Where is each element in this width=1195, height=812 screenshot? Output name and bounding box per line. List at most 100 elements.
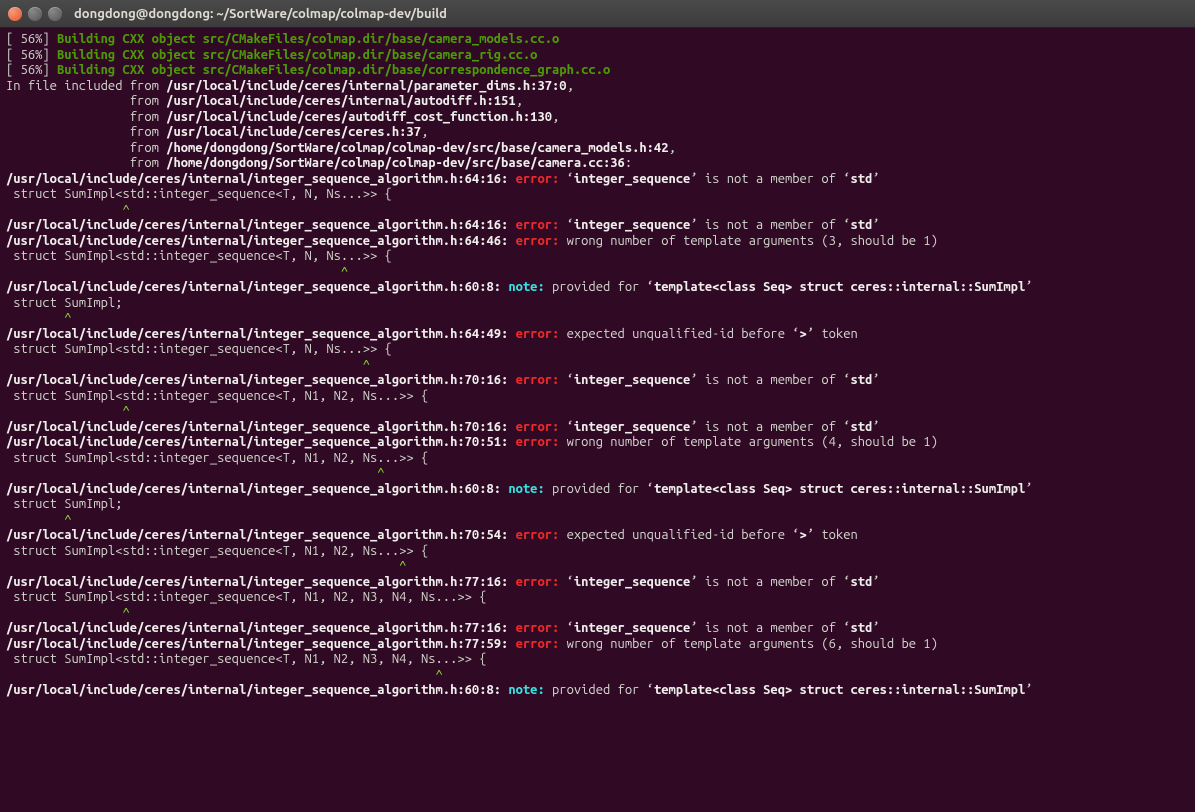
terminal-segment	[508, 234, 515, 248]
terminal-segment: ,	[421, 125, 428, 139]
terminal-segment	[508, 621, 515, 635]
terminal-segment: expected unqualified-id before ‘	[559, 327, 799, 341]
terminal-segment: Building CXX object src/CMakeFiles/colma…	[57, 48, 537, 62]
terminal-segment: error:	[516, 637, 560, 651]
terminal-segment	[508, 218, 515, 232]
terminal-segment: /usr/local/include/ceres/internal/intege…	[6, 435, 508, 449]
terminal-segment: provided for ‘	[545, 683, 654, 697]
terminal-segment: from	[6, 110, 166, 124]
maximize-icon[interactable]	[48, 7, 62, 21]
terminal-line: ^	[6, 466, 1189, 482]
terminal-segment: /usr/local/include/ceres/internal/intege…	[6, 482, 501, 496]
terminal-segment: /home/dongdong/SortWare/colmap/colmap-de…	[166, 156, 625, 170]
terminal-segment: struct SumImpl<std::integer_sequence<T, …	[6, 249, 392, 263]
terminal-segment: error:	[516, 621, 560, 635]
terminal-segment: struct SumImpl<std::integer_sequence<T, …	[6, 187, 392, 201]
close-icon[interactable]	[8, 7, 22, 21]
terminal-segment: ,	[567, 79, 574, 93]
terminal-segment: ’ is not a member of ‘	[690, 575, 850, 589]
terminal-line: ^	[6, 265, 1189, 281]
terminal-segment: /usr/local/include/ceres/internal/intege…	[6, 575, 508, 589]
window-title: dongdong@dongdong: ~/SortWare/colmap/col…	[74, 7, 447, 21]
terminal-segment: >	[800, 528, 807, 542]
window-titlebar: dongdong@dongdong: ~/SortWare/colmap/col…	[0, 0, 1195, 28]
terminal-segment: struct SumImpl<std::integer_sequence<T, …	[6, 544, 428, 558]
terminal-segment: Building CXX object src/CMakeFiles/colma…	[57, 63, 610, 77]
terminal-segment: ’	[872, 172, 879, 186]
terminal-line: /usr/local/include/ceres/internal/intege…	[6, 637, 1189, 653]
terminal-segment: /usr/local/include/ceres/internal/intege…	[6, 683, 501, 697]
terminal-line: from /home/dongdong/SortWare/colmap/colm…	[6, 156, 1189, 172]
terminal-segment: ^	[6, 203, 130, 217]
terminal-line: /usr/local/include/ceres/internal/intege…	[6, 528, 1189, 544]
terminal-output[interactable]: [ 56%] Building CXX object src/CMakeFile…	[0, 28, 1195, 812]
terminal-segment: /usr/local/include/ceres/internal/intege…	[6, 234, 508, 248]
terminal-segment: std	[851, 218, 873, 232]
terminal-line: struct SumImpl<std::integer_sequence<T, …	[6, 342, 1189, 358]
terminal-segment: error:	[516, 373, 560, 387]
terminal-segment: /usr/local/include/ceres/internal/autodi…	[166, 94, 515, 108]
terminal-segment: ‘	[559, 373, 574, 387]
terminal-segment: from	[6, 156, 166, 170]
terminal-line: struct SumImpl<std::integer_sequence<T, …	[6, 187, 1189, 203]
terminal-segment	[508, 528, 515, 542]
terminal-segment: ‘	[559, 621, 574, 635]
terminal-segment: wrong number of template arguments (3, s…	[559, 234, 938, 248]
terminal-segment: template<class Seq> struct ceres::intern…	[654, 280, 1025, 294]
terminal-line: ^	[6, 606, 1189, 622]
terminal-segment: error:	[516, 435, 560, 449]
terminal-segment: error:	[516, 218, 560, 232]
terminal-segment: /home/dongdong/SortWare/colmap/colmap-de…	[166, 141, 668, 155]
terminal-segment: from	[6, 125, 166, 139]
terminal-segment: std	[851, 575, 873, 589]
terminal-segment: integer_sequence	[574, 420, 690, 434]
terminal-line: struct SumImpl<std::integer_sequence<T, …	[6, 389, 1189, 405]
terminal-segment: /usr/local/include/ceres/autodiff_cost_f…	[166, 110, 552, 124]
terminal-segment: note:	[508, 683, 544, 697]
terminal-line: /usr/local/include/ceres/internal/intege…	[6, 683, 1189, 699]
terminal-segment: /usr/local/include/ceres/internal/intege…	[6, 637, 508, 651]
terminal-line: struct SumImpl<std::integer_sequence<T, …	[6, 544, 1189, 560]
terminal-segment: expected unqualified-id before ‘	[559, 528, 799, 542]
terminal-line: /usr/local/include/ceres/internal/intege…	[6, 621, 1189, 637]
terminal-segment: ^	[6, 311, 72, 325]
terminal-segment: ‘	[559, 575, 574, 589]
terminal-line: /usr/local/include/ceres/internal/intege…	[6, 575, 1189, 591]
terminal-segment: /usr/local/include/ceres/internal/intege…	[6, 373, 508, 387]
terminal-line: [ 56%] Building CXX object src/CMakeFile…	[6, 63, 1189, 79]
terminal-segment: /usr/local/include/ceres/ceres.h:37	[166, 125, 421, 139]
minimize-icon[interactable]	[28, 7, 42, 21]
terminal-segment: ,	[516, 94, 523, 108]
terminal-segment: note:	[508, 280, 544, 294]
terminal-line: /usr/local/include/ceres/internal/intege…	[6, 234, 1189, 250]
terminal-segment: error:	[516, 234, 560, 248]
terminal-segment: error:	[516, 327, 560, 341]
terminal-line: /usr/local/include/ceres/internal/intege…	[6, 172, 1189, 188]
terminal-line: ^	[6, 404, 1189, 420]
terminal-segment: ’ is not a member of ‘	[690, 420, 850, 434]
terminal-segment: ’ is not a member of ‘	[690, 218, 850, 232]
terminal-segment: wrong number of template arguments (6, s…	[559, 637, 938, 651]
terminal-line: struct SumImpl<std::integer_sequence<T, …	[6, 590, 1189, 606]
terminal-line: struct SumImpl;	[6, 296, 1189, 312]
terminal-segment: /usr/local/include/ceres/internal/intege…	[6, 621, 508, 635]
terminal-segment: ^	[6, 404, 130, 418]
terminal-segment: ’	[872, 218, 879, 232]
terminal-line: ^	[6, 203, 1189, 219]
terminal-segment: [ 56%]	[6, 63, 57, 77]
terminal-segment: ,	[669, 141, 676, 155]
terminal-segment: [ 56%]	[6, 48, 57, 62]
terminal-segment: struct SumImpl<std::integer_sequence<T, …	[6, 389, 428, 403]
terminal-segment: ^	[6, 559, 406, 573]
terminal-segment: note:	[508, 482, 544, 496]
terminal-segment: struct SumImpl<std::integer_sequence<T, …	[6, 342, 392, 356]
terminal-line: /usr/local/include/ceres/internal/intege…	[6, 280, 1189, 296]
terminal-segment: ^	[6, 265, 348, 279]
terminal-segment: provided for ‘	[545, 280, 654, 294]
terminal-line: In file included from /usr/local/include…	[6, 79, 1189, 95]
terminal-segment: ^	[6, 466, 385, 480]
terminal-segment: integer_sequence	[574, 373, 690, 387]
terminal-segment: ^	[6, 513, 72, 527]
terminal-segment: from	[6, 94, 166, 108]
terminal-line: from /usr/local/include/ceres/autodiff_c…	[6, 110, 1189, 126]
